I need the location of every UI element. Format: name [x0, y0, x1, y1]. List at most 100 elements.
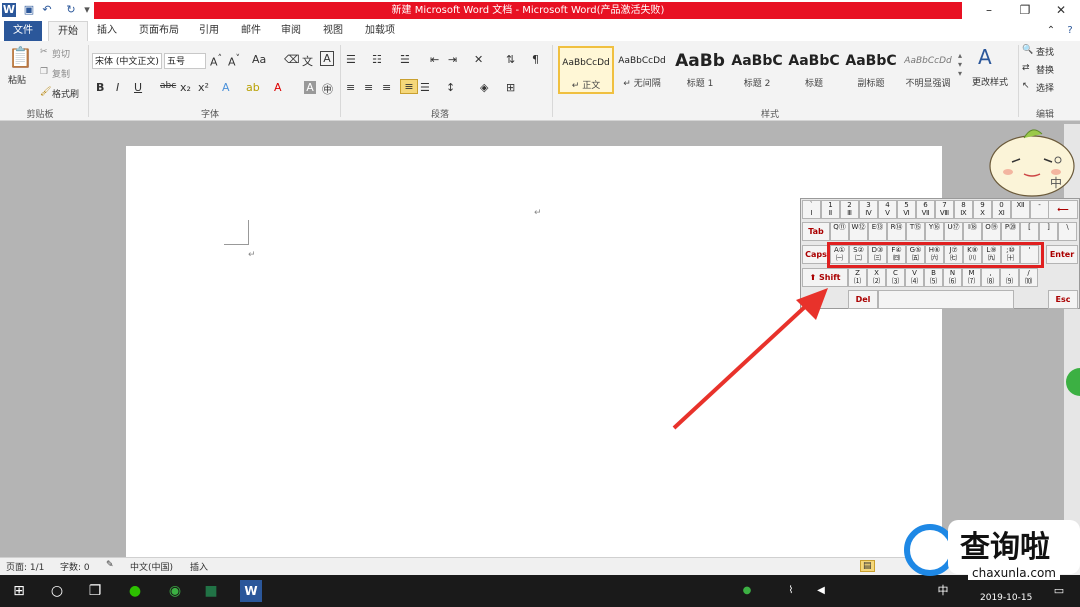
- style-no-spacing[interactable]: AaBbCcDd ↵ 无间隔: [614, 46, 670, 94]
- styles-scroll-icon[interactable]: ▴ ▾ ▾: [958, 51, 962, 78]
- justify-icon[interactable]: ≡: [400, 79, 418, 94]
- undo-icon[interactable]: ↶: [40, 3, 54, 17]
- proofing-icon[interactable]: ✎: [106, 560, 114, 570]
- soft-key[interactable]: M⑺: [962, 268, 981, 287]
- tray-wechat-icon[interactable]: ●: [736, 580, 758, 602]
- soft-key[interactable]: [: [1020, 222, 1039, 241]
- clear-format-icon[interactable]: ⌫: [284, 53, 300, 66]
- replace-icon[interactable]: ⇄: [1022, 63, 1030, 73]
- minimize-button[interactable]: –: [972, 0, 1006, 21]
- replace-button[interactable]: 替换: [1036, 63, 1054, 76]
- font-name-combo[interactable]: 宋体 (中文正文): [92, 53, 162, 69]
- soft-key[interactable]: -: [1030, 200, 1049, 219]
- help-icon[interactable]: ?: [1062, 21, 1078, 41]
- align-center-icon[interactable]: ≡: [364, 81, 373, 94]
- soft-key[interactable]: U⑰: [944, 222, 963, 241]
- soft-key[interactable]: 1Ⅱ: [821, 200, 840, 219]
- clock-date[interactable]: 2019-10-15: [980, 593, 1032, 603]
- soft-key[interactable]: 0Ⅺ: [992, 200, 1011, 219]
- soft-key-enter[interactable]: Enter: [1046, 245, 1078, 264]
- soft-key[interactable]: I⑱: [963, 222, 982, 241]
- page-count[interactable]: 页面: 1/1: [6, 560, 44, 573]
- borders-icon[interactable]: ⊞: [506, 81, 515, 94]
- italic-icon[interactable]: I: [116, 81, 119, 94]
- excel-icon[interactable]: ■: [200, 580, 222, 602]
- distribute-icon[interactable]: ☰: [420, 81, 430, 94]
- cut-button[interactable]: 剪切: [52, 47, 70, 60]
- word-taskbar-icon[interactable]: W: [240, 580, 262, 602]
- cut-icon[interactable]: ✂: [40, 47, 48, 57]
- select-icon[interactable]: ↖: [1022, 81, 1030, 91]
- tab-page-layout[interactable]: 页面布局: [134, 21, 184, 41]
- shrink-font-icon[interactable]: A˅: [228, 53, 240, 69]
- tab-mailings[interactable]: 邮件: [236, 21, 266, 41]
- soft-key[interactable]: 3Ⅳ: [859, 200, 878, 219]
- browser-icon[interactable]: ◉: [164, 580, 186, 602]
- save-icon[interactable]: ▣: [22, 3, 36, 17]
- soft-key[interactable]: ` Ⅰ: [802, 200, 821, 219]
- tab-review[interactable]: 审阅: [276, 21, 306, 41]
- customize-qat-icon[interactable]: ▾: [80, 3, 94, 17]
- soft-key[interactable]: 2Ⅲ: [840, 200, 859, 219]
- soft-key[interactable]: 4Ⅴ: [878, 200, 897, 219]
- soft-key[interactable]: E⑬: [868, 222, 887, 241]
- soft-key[interactable]: Q⑪: [830, 222, 849, 241]
- bold-icon[interactable]: B: [96, 81, 104, 94]
- enclose-char-icon[interactable]: ㊥: [322, 81, 333, 97]
- wechat-icon[interactable]: ●: [124, 580, 146, 602]
- soft-key[interactable]: N⑹: [943, 268, 962, 287]
- font-size-combo[interactable]: 五号: [164, 53, 206, 69]
- shading-icon[interactable]: ◈: [480, 81, 488, 94]
- tray-volume-icon[interactable]: ◀: [810, 580, 832, 602]
- style-subtitle[interactable]: AaBbC 副标题: [843, 46, 899, 94]
- format-painter-icon[interactable]: 🖌: [40, 87, 51, 97]
- soft-key[interactable]: O⑲: [982, 222, 1001, 241]
- paste-icon[interactable]: 📋: [8, 45, 33, 69]
- format-painter-button[interactable]: 格式刷: [52, 87, 79, 100]
- soft-key[interactable]: 8Ⅸ: [954, 200, 973, 219]
- soft-key[interactable]: \: [1058, 222, 1077, 241]
- subscript-icon[interactable]: x₂: [180, 81, 191, 94]
- decrease-indent-icon[interactable]: ⇤: [430, 53, 439, 66]
- close-button[interactable]: ✕: [1044, 0, 1078, 21]
- style-title[interactable]: AaBbC 标题: [786, 46, 842, 94]
- select-button[interactable]: 选择: [1036, 81, 1054, 94]
- change-styles-button[interactable]: 更改样式: [972, 75, 1008, 88]
- soft-key[interactable]: 5Ⅵ: [897, 200, 916, 219]
- underline-icon[interactable]: U: [134, 81, 142, 94]
- multilevel-list-icon[interactable]: ☱: [400, 53, 410, 66]
- print-layout-icon[interactable]: ▤: [860, 560, 875, 572]
- windows-start-icon[interactable]: ⊞: [8, 580, 30, 602]
- char-border-icon[interactable]: A: [320, 51, 334, 66]
- soft-key[interactable]: 6Ⅶ: [916, 200, 935, 219]
- bullets-icon[interactable]: ☰: [346, 53, 356, 66]
- tab-file[interactable]: 文件: [4, 21, 42, 41]
- tab-insert[interactable]: 插入: [92, 21, 122, 41]
- maximize-button[interactable]: ❐: [1008, 0, 1042, 21]
- style-heading-1[interactable]: AaBb 标题 1: [672, 46, 728, 94]
- soft-key[interactable]: X⑵: [867, 268, 886, 287]
- change-styles-icon[interactable]: A: [978, 45, 992, 69]
- language-status[interactable]: 中文(中国): [130, 560, 173, 573]
- paste-button[interactable]: 粘贴: [8, 73, 26, 86]
- numbering-icon[interactable]: ☷: [372, 53, 382, 66]
- superscript-icon[interactable]: x²: [198, 81, 209, 94]
- soft-key[interactable]: R⑭: [887, 222, 906, 241]
- soft-key[interactable]: 9Ⅹ: [973, 200, 992, 219]
- soft-key[interactable]: P⑳: [1001, 222, 1020, 241]
- line-spacing-icon[interactable]: ↕: [446, 81, 455, 94]
- copy-icon[interactable]: ❐: [40, 67, 48, 77]
- collapse-ribbon-icon[interactable]: ⌃: [1044, 21, 1058, 41]
- input-method-mascot[interactable]: [984, 124, 1080, 198]
- soft-key[interactable]: Ⅻ: [1011, 200, 1030, 219]
- soft-key[interactable]: Y⑯: [925, 222, 944, 241]
- soft-key-caps[interactable]: Caps: [802, 245, 830, 264]
- soft-key[interactable]: T⑮: [906, 222, 925, 241]
- align-right-icon[interactable]: ≡: [382, 81, 391, 94]
- soft-key-space[interactable]: [878, 290, 1014, 309]
- text-effects-icon[interactable]: A: [222, 81, 230, 94]
- tab-home[interactable]: 开始: [48, 21, 88, 42]
- search-icon[interactable]: ○: [46, 580, 68, 602]
- insert-mode[interactable]: 插入: [190, 560, 208, 573]
- font-color-icon[interactable]: A: [274, 81, 282, 94]
